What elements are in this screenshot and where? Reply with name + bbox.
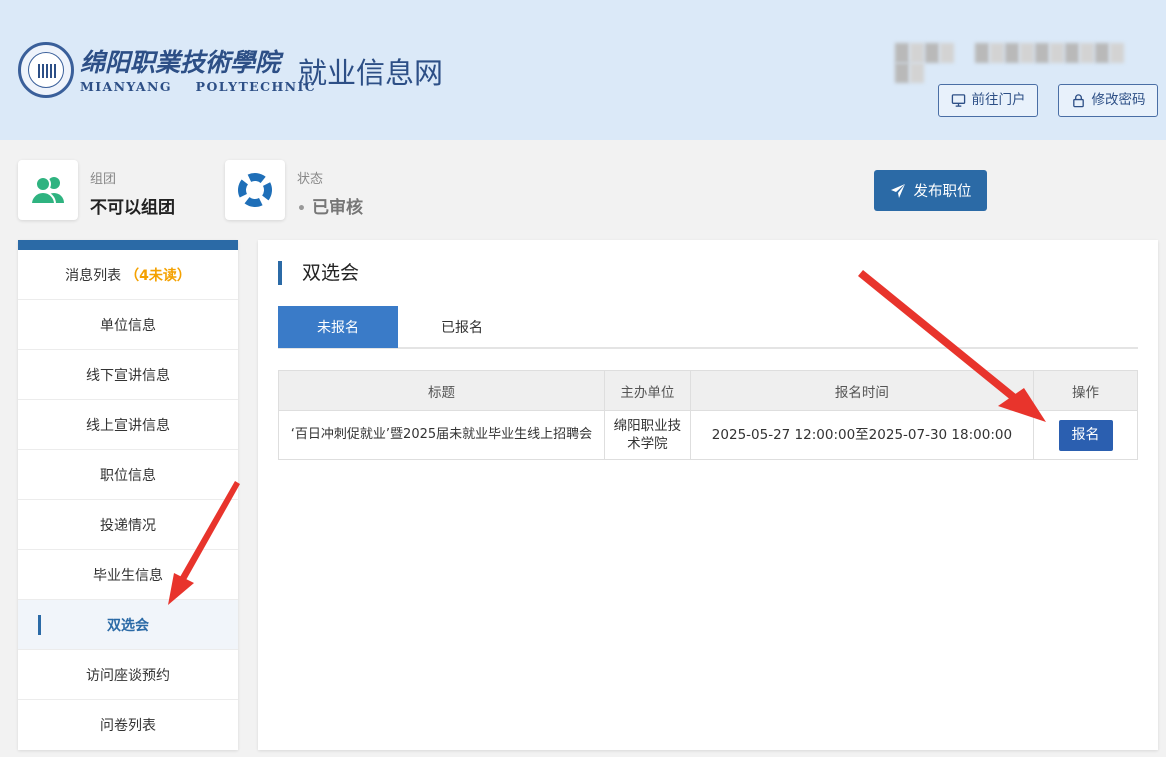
signup-button[interactable]: 报名 xyxy=(1058,419,1113,451)
sidebar-item-label: 毕业生信息 xyxy=(93,567,163,584)
sidebar-item-online-talks[interactable]: 线上宣讲信息 xyxy=(18,400,238,450)
sidebar-item-visit-appointment[interactable]: 访问座谈预约 xyxy=(18,650,238,700)
table-header-row: 标题 主办单位 报名时间 操作 xyxy=(278,370,1138,411)
sidebar-item-company-info[interactable]: 单位信息 xyxy=(18,300,238,350)
sidebar-item-label: 线上宣讲信息 xyxy=(86,417,170,434)
column-header-time: 报名时间 xyxy=(689,370,1035,411)
group-icon-box xyxy=(18,160,78,220)
publish-job-button[interactable]: 发布职位 xyxy=(874,170,987,211)
status-dot: • xyxy=(297,201,306,217)
publish-job-label: 发布职位 xyxy=(913,184,972,200)
page-title: 双选会 xyxy=(278,261,359,285)
portal-button[interactable]: 前往门户 xyxy=(938,84,1038,117)
sidebar-item-job-fair[interactable]: 双选会 xyxy=(18,600,238,650)
sidebar-item-label: 职位信息 xyxy=(100,467,156,484)
unread-badge: （4未读） xyxy=(125,267,191,284)
column-header-title: 标题 xyxy=(278,370,605,411)
tab-registered[interactable]: 已报名 xyxy=(402,306,522,348)
logo-chinese-name: 绵阳职業技術學院 xyxy=(80,48,281,77)
sidebar-item-label: 问卷列表 xyxy=(100,718,156,734)
sidebar-item-label: 投递情况 xyxy=(100,517,156,534)
header: 绵阳职業技術學院 MIANYANG POLYTECHNIC 就业信息网 前往门户… xyxy=(0,0,1166,140)
cell-time: 2025-05-27 12:00:00至2025-07-30 18:00:00 xyxy=(689,410,1035,460)
group-label: 组团 xyxy=(90,172,117,187)
sidebar-item-graduates[interactable]: 毕业生信息 xyxy=(18,550,238,600)
job-fair-table: 标题 主办单位 报名时间 操作 ‘百日冲刺促就业’暨2025届未就业毕业生线上招… xyxy=(278,370,1138,460)
lifebuoy-icon xyxy=(238,173,272,207)
change-password-button[interactable]: 修改密码 xyxy=(1058,84,1158,117)
sidebar-item-label: 双选会 xyxy=(107,617,149,634)
sidebar-item-label: 线下宣讲信息 xyxy=(86,367,170,384)
sidebar-item-offline-talks[interactable]: 线下宣讲信息 xyxy=(18,350,238,400)
status-icon-box xyxy=(225,160,285,220)
sidebar-item-surveys[interactable]: 问卷列表 xyxy=(18,700,238,750)
school-seal-logo xyxy=(18,42,74,98)
status-value: • 已审核 xyxy=(297,193,363,218)
sidebar-item-label: 单位信息 xyxy=(100,317,156,334)
sidebar-item-label: 访问座谈预约 xyxy=(86,667,170,684)
logo-english-name: MIANYANG POLYTECHNIC xyxy=(80,79,317,94)
tab-not-registered[interactable]: 未报名 xyxy=(278,306,398,348)
group-value: 不可以组团 xyxy=(90,198,175,218)
cell-action: 报名 xyxy=(1033,410,1138,460)
column-header-organizer: 主办单位 xyxy=(603,370,691,411)
sidebar-item-applications[interactable]: 投递情况 xyxy=(18,500,238,550)
table-row: ‘百日冲刺促就业’暨2025届未就业毕业生线上招聘会 绵阳职业技术学院 2025… xyxy=(278,410,1138,460)
cell-title: ‘百日冲刺促就业’暨2025届未就业毕业生线上招聘会 xyxy=(278,410,605,460)
main-panel: 双选会 未报名 已报名 标题 主办单位 报名时间 操作 ‘百日冲刺促就业’暨20… xyxy=(258,240,1158,750)
paper-plane-icon xyxy=(890,183,905,198)
sidebar-nav: 消息列表 （4未读） 单位信息 线下宣讲信息 线上宣讲信息 职位信息 投递情况 毕… xyxy=(18,240,238,750)
column-header-action: 操作 xyxy=(1033,370,1138,411)
status-label: 状态 xyxy=(297,172,324,187)
change-password-label: 修改密码 xyxy=(1091,92,1146,108)
tab-bar: 未报名 已报名 xyxy=(278,306,1138,349)
lock-icon xyxy=(1072,94,1084,108)
site-title: 就业信息网 xyxy=(298,56,444,90)
sidebar-item-messages[interactable]: 消息列表 （4未读） xyxy=(18,250,238,300)
portal-button-label: 前往门户 xyxy=(971,92,1026,108)
users-icon xyxy=(29,176,64,205)
cell-organizer: 绵阳职业技术学院 xyxy=(603,410,691,460)
monitor-icon xyxy=(951,94,965,107)
sidebar-item-label: 消息列表 xyxy=(65,267,122,284)
blurred-user-info xyxy=(895,42,1157,83)
sidebar-item-jobs[interactable]: 职位信息 xyxy=(18,450,238,500)
status-value-text: 已审核 xyxy=(311,198,363,218)
